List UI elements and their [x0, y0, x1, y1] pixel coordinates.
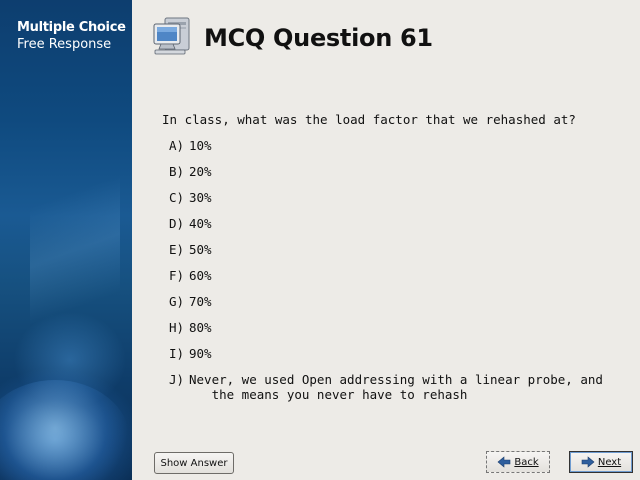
computer-icon	[153, 17, 190, 55]
sidebar-light-streak	[30, 120, 120, 380]
option-text: Never, we used Open addressing with a li…	[189, 372, 603, 402]
option-text: 30%	[189, 190, 212, 205]
next-label: Next	[597, 456, 622, 468]
option-text: 90%	[189, 346, 212, 361]
option-a[interactable]: A) 10%	[169, 138, 629, 153]
option-letter: D)	[169, 216, 185, 231]
option-letter: A)	[169, 138, 185, 153]
sidebar: Multiple Choice Free Response	[0, 0, 132, 480]
option-letter: I)	[169, 346, 185, 361]
option-d[interactable]: D) 40%	[169, 216, 629, 231]
option-c[interactable]: C) 30%	[169, 190, 629, 205]
page-title: MCQ Question 61	[204, 24, 433, 52]
option-text: 10%	[189, 138, 212, 153]
option-letter: F)	[169, 268, 185, 283]
option-f[interactable]: F) 60%	[169, 268, 629, 283]
option-text: 80%	[189, 320, 212, 335]
option-g[interactable]: G) 70%	[169, 294, 629, 309]
show-answer-label: Show Answer	[160, 457, 228, 469]
question-text: In class, what was the load factor that …	[162, 112, 576, 127]
show-answer-button[interactable]: Show Answer	[154, 452, 234, 474]
option-letter: H)	[169, 320, 185, 335]
back-label: Back	[514, 456, 539, 468]
back-button[interactable]: Back	[486, 451, 550, 473]
option-letter: G)	[169, 294, 185, 309]
option-letter: C)	[169, 190, 185, 205]
sidebar-item-multiple-choice[interactable]: Multiple Choice	[17, 20, 126, 35]
next-button[interactable]: Next	[569, 451, 633, 473]
option-j[interactable]: J) Never, we used Open addressing with a …	[169, 372, 629, 402]
option-i[interactable]: I) 90%	[169, 346, 629, 361]
option-letter: J)	[169, 372, 185, 387]
sidebar-planet-glow	[0, 380, 130, 480]
option-text: 50%	[189, 242, 212, 257]
option-text: 20%	[189, 164, 212, 179]
option-text: 40%	[189, 216, 212, 231]
option-e[interactable]: E) 50%	[169, 242, 629, 257]
option-text: 60%	[189, 268, 212, 283]
option-b[interactable]: B) 20%	[169, 164, 629, 179]
arrow-left-icon	[497, 456, 511, 468]
option-h[interactable]: H) 80%	[169, 320, 629, 335]
sidebar-item-free-response[interactable]: Free Response	[17, 37, 111, 52]
option-letter: E)	[169, 242, 185, 257]
arrow-right-icon	[581, 456, 595, 468]
option-letter: B)	[169, 164, 185, 179]
option-text: 70%	[189, 294, 212, 309]
